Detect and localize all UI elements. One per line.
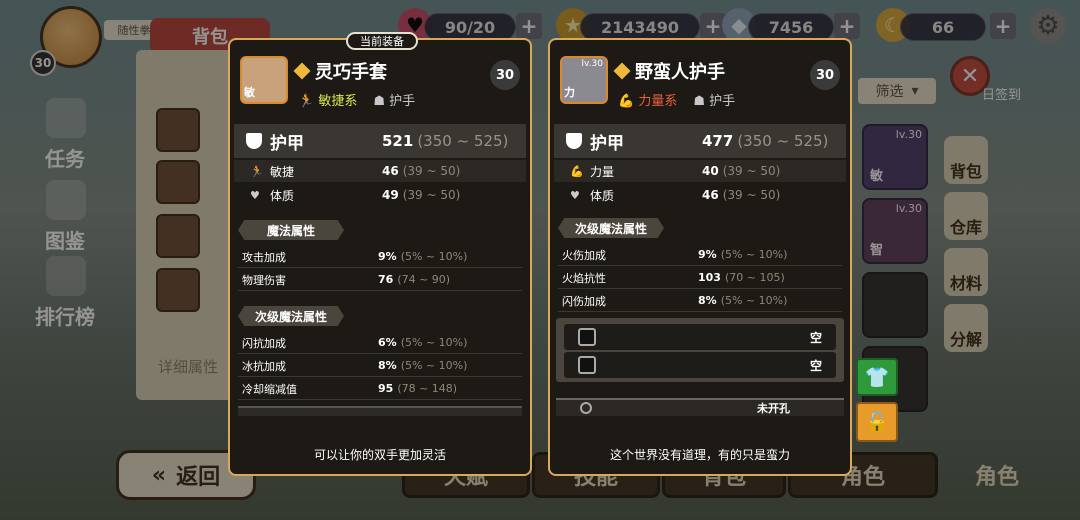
- socket-list: 空 空: [556, 318, 844, 382]
- secondary-attributes-header: 次级魔法属性: [558, 218, 664, 238]
- attribute-row: 攻击加成 9% (5% ~ 10%): [238, 246, 522, 268]
- socket-ring-icon: [580, 402, 592, 414]
- item-slot: ☗ 护手: [373, 94, 416, 109]
- empty-socket-icon: [578, 356, 596, 374]
- modal-overlay[interactable]: [0, 0, 1080, 520]
- item-description: 可以让你的双手更加灵活: [313, 447, 446, 462]
- shield-icon: [566, 133, 582, 149]
- running-icon: 🏃: [298, 94, 315, 109]
- shield-icon: [246, 133, 262, 149]
- shirt-icon: 👕: [864, 365, 890, 389]
- glove-icon: ☗: [693, 94, 705, 109]
- stat-row: 🏃 敏捷 46 (39 ~ 50): [234, 160, 526, 182]
- attribute-row: 闪抗加成 6% (5% ~ 10%): [238, 332, 522, 354]
- unopened-socket-row: 未开孔: [556, 398, 844, 416]
- item-type: 💪 力量系: [618, 94, 678, 109]
- agility-icon: 🏃: [250, 164, 264, 178]
- equip-button[interactable]: 👕: [856, 358, 898, 396]
- item-subtitle: 🏃 敏捷系 ☗ 护手: [298, 90, 415, 109]
- rarity-diamond-icon: [293, 62, 311, 80]
- empty-socket-icon: [578, 328, 596, 346]
- attribute-row: 火焰抗性 103 (70 ~ 105): [558, 267, 842, 289]
- divider: [238, 406, 522, 416]
- gem-socket: 空: [564, 324, 836, 350]
- gem-socket: 空: [564, 352, 836, 378]
- compare-item-tooltip: lv.30 力 野蛮人护手 💪 力量系 ☗ 护手 30 护甲 477 (350 …: [548, 38, 852, 476]
- item-type: 🏃 敏捷系: [298, 94, 358, 109]
- unlock-button[interactable]: 🔓: [856, 402, 898, 442]
- item-description: 这个世界没有道理，有的只是蛮力: [609, 447, 790, 462]
- strength-arm-icon: 💪: [618, 94, 635, 109]
- magic-attributes-header: 魔法属性: [238, 220, 344, 240]
- item-level: 30: [490, 60, 520, 90]
- secondary-attributes-header: 次级魔法属性: [238, 306, 344, 326]
- item-name: 灵巧手套: [293, 58, 387, 84]
- item-subtitle: 💪 力量系 ☗ 护手: [618, 90, 735, 109]
- gloves-item-icon: 敏: [240, 56, 288, 104]
- stat-row: ♥ 体质 46 (39 ~ 50): [570, 188, 781, 203]
- item-slot: ☗ 护手: [693, 94, 736, 109]
- attribute-row: 冰抗加成 8% (5% ~ 10%): [238, 355, 522, 377]
- attribute-row: 冷却缩减值 95 (78 ~ 148): [238, 378, 522, 400]
- item-level: 30: [810, 60, 840, 90]
- glove-icon: ☗: [373, 94, 385, 109]
- armor-row: 护甲 477 (350 ~ 525): [554, 124, 846, 158]
- equipped-item-tooltip: 敏 灵巧手套 🏃 敏捷系 ☗ 护手 30 护甲 521 (350 ~ 525) …: [228, 38, 532, 476]
- armor-row: 护甲 521 (350 ~ 525): [234, 124, 526, 158]
- strength-icon: 💪: [570, 164, 584, 178]
- current-equipment-badge: 当前装备: [346, 32, 418, 50]
- item-name: 野蛮人护手: [613, 58, 725, 84]
- attribute-row: 物理伤害 76 (74 ~ 90): [238, 269, 522, 291]
- rarity-diamond-icon: [613, 62, 631, 80]
- stat-row: ♥ 体质 49 (39 ~ 50): [250, 188, 461, 203]
- constitution-icon: ♥: [250, 188, 260, 202]
- barbarian-gloves-item-icon: lv.30 力: [560, 56, 608, 104]
- attribute-row: 火伤加成 9% (5% ~ 10%): [558, 244, 842, 266]
- stat-row: 💪 力量 40 (39 ~ 50): [554, 160, 846, 182]
- attribute-row: 闪伤加成 8% (5% ~ 10%): [558, 290, 842, 312]
- constitution-icon: ♥: [570, 188, 580, 202]
- lock-icon: 🔓: [864, 410, 890, 434]
